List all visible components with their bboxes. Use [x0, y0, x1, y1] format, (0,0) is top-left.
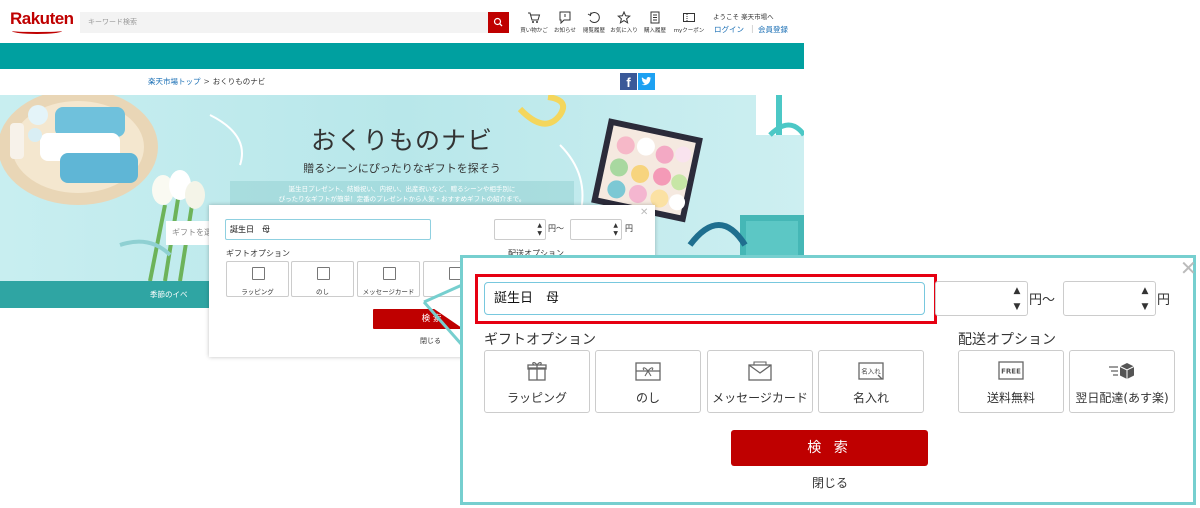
hero-subtitle: 贈るシーンにぴったりなギフトを探そう [303, 162, 501, 175]
price-min-input[interactable]: ▲ ▼ [935, 281, 1028, 316]
coupon-icon [683, 13, 695, 22]
search-icon [493, 17, 503, 27]
breadcrumb-home[interactable]: 楽天市場トップ [148, 77, 201, 86]
free-shipping-icon: FREE [998, 361, 1024, 380]
close-link[interactable]: 閉じる [812, 474, 848, 491]
gift-options-label: ギフトオプション [484, 332, 596, 348]
header-purchase-history[interactable]: 購入履歴 [637, 11, 673, 34]
twitter-bird-icon [641, 77, 652, 86]
bell-icon [559, 11, 571, 24]
next-day-delivery-icon [1109, 363, 1135, 379]
close-link-small[interactable]: 閉じる [420, 336, 441, 346]
close-icon[interactable]: ✕ [1180, 258, 1197, 278]
twitter-share-icon[interactable] [638, 73, 655, 90]
search-input[interactable]: キーワード検索 [80, 12, 488, 33]
gift-options-label-small: ギフトオプション [226, 249, 290, 258]
rakuten-logo[interactable]: Rakuten [10, 9, 74, 29]
option-message-card-small[interactable]: メッセージカード [357, 261, 420, 297]
cart-icon [528, 12, 541, 23]
option-next-day-delivery[interactable]: 翌日配達(あす楽) [1069, 350, 1175, 413]
spinner-up-icon[interactable]: ▲ [1140, 284, 1150, 298]
logo-swoosh [12, 28, 62, 34]
option-label: 送料無料 [986, 391, 1035, 405]
yen-small: 円 [625, 224, 633, 233]
noshi-icon [635, 362, 661, 381]
price-min-input-small[interactable]: ▲ ▼ [494, 219, 546, 240]
option-wrapping-small[interactable]: ラッピング [226, 261, 289, 297]
spinner-icon[interactable]: ▲ ▼ [537, 222, 542, 238]
search-button[interactable] [488, 12, 509, 33]
option-label: 名入れ [852, 391, 889, 405]
teal-banner-bar [0, 43, 804, 69]
gift-box-icon [527, 362, 547, 381]
name-engrave-icon: 名入れ [858, 362, 884, 380]
spinner-up-icon[interactable]: ▲ [1012, 284, 1022, 298]
hero-description-line1: 誕生日プレゼント、結婚祝い、内祝い、出産祝いなど、贈るシーンや相手別に [288, 185, 516, 193]
option-label: のし [316, 288, 329, 296]
price-max-input[interactable]: ▲ ▼ [1063, 281, 1156, 316]
envelope-icon [748, 361, 772, 381]
header-coupon[interactable]: myクーポン [671, 11, 707, 34]
yen-tilde-small: 円〜 [548, 224, 564, 233]
spinner-icon[interactable]: ▲ ▼ [613, 222, 618, 238]
price-max-input-small[interactable]: ▲ ▼ [570, 219, 622, 240]
yen-tilde-label: 円〜 [1029, 293, 1056, 308]
spinner-down-icon[interactable]: ▼ [1140, 300, 1150, 314]
welcome-text: ようこそ 楽天市場へ [713, 13, 774, 21]
yen-label: 円 [1157, 293, 1171, 308]
option-noshi[interactable]: のし [595, 350, 701, 413]
option-label: 翌日配達(あす楽) [1075, 391, 1169, 405]
free-shipping-icon-text: FREE [1001, 368, 1021, 376]
nav-seasonal-events[interactable]: 季節のイベ [150, 289, 188, 300]
login-link[interactable]: ログイン [714, 24, 744, 35]
noshi-icon [317, 267, 330, 280]
hero-title: おくりものナビ [310, 126, 493, 155]
option-label: メッセージカード [362, 288, 415, 296]
option-free-shipping[interactable]: FREE 送料無料 [958, 350, 1064, 413]
gift-box-icon [252, 267, 265, 280]
breadcrumb: 楽天市場トップ > おくりものナビ [148, 76, 265, 87]
envelope-icon [383, 267, 396, 280]
search-popup-zoom: ✕ 誕生日 母 ▲ ▼ 円〜 ▲ ▼ 円 ギフトオプション 配送オプション ラッ… [460, 255, 1197, 505]
option-label: ラッピング [241, 288, 274, 296]
hero-description-line2: ぴったりなギフトが簡単！定番のプレゼントから人気・おすすめギフトの紹介まで。 [278, 195, 526, 203]
option-name-engrave[interactable]: 名入れ 名入れ [818, 350, 924, 413]
spinner-down-icon[interactable]: ▼ [1012, 300, 1022, 314]
facebook-share-icon[interactable]: f [620, 73, 637, 90]
option-wrapping[interactable]: ラッピング [484, 350, 590, 413]
search-button[interactable]: 検 索 [731, 430, 928, 466]
keyword-input-small[interactable]: 誕生日 母 [225, 219, 431, 240]
header-purchase-history-label: 購入履歴 [643, 28, 666, 34]
option-label: ラッピング [506, 391, 567, 405]
star-icon [617, 11, 631, 24]
breadcrumb-separator: > [203, 77, 210, 86]
close-icon[interactable]: ✕ [640, 207, 648, 218]
option-label: メッセージカード [712, 391, 808, 405]
option-label: のし [635, 391, 660, 405]
header-separator: | [751, 24, 754, 33]
option-noshi-small[interactable]: のし [291, 261, 354, 297]
breadcrumb-current: おくりものナビ [212, 77, 266, 86]
receipt-icon [650, 11, 660, 24]
site-header: Rakuten キーワード検索 買い物かご お知らせ 閲覧履歴 お気に入り 購入… [0, 0, 804, 43]
option-message-card[interactable]: メッセージカード [707, 350, 813, 413]
header-coupon-label: myクーポン [673, 28, 705, 34]
register-link[interactable]: 会員登録 [758, 24, 788, 35]
name-engrave-icon-text: 名入れ [861, 367, 881, 376]
shipping-options-label: 配送オプション [958, 332, 1056, 348]
history-icon [587, 12, 600, 23]
keyword-input[interactable]: 誕生日 母 [484, 282, 925, 315]
